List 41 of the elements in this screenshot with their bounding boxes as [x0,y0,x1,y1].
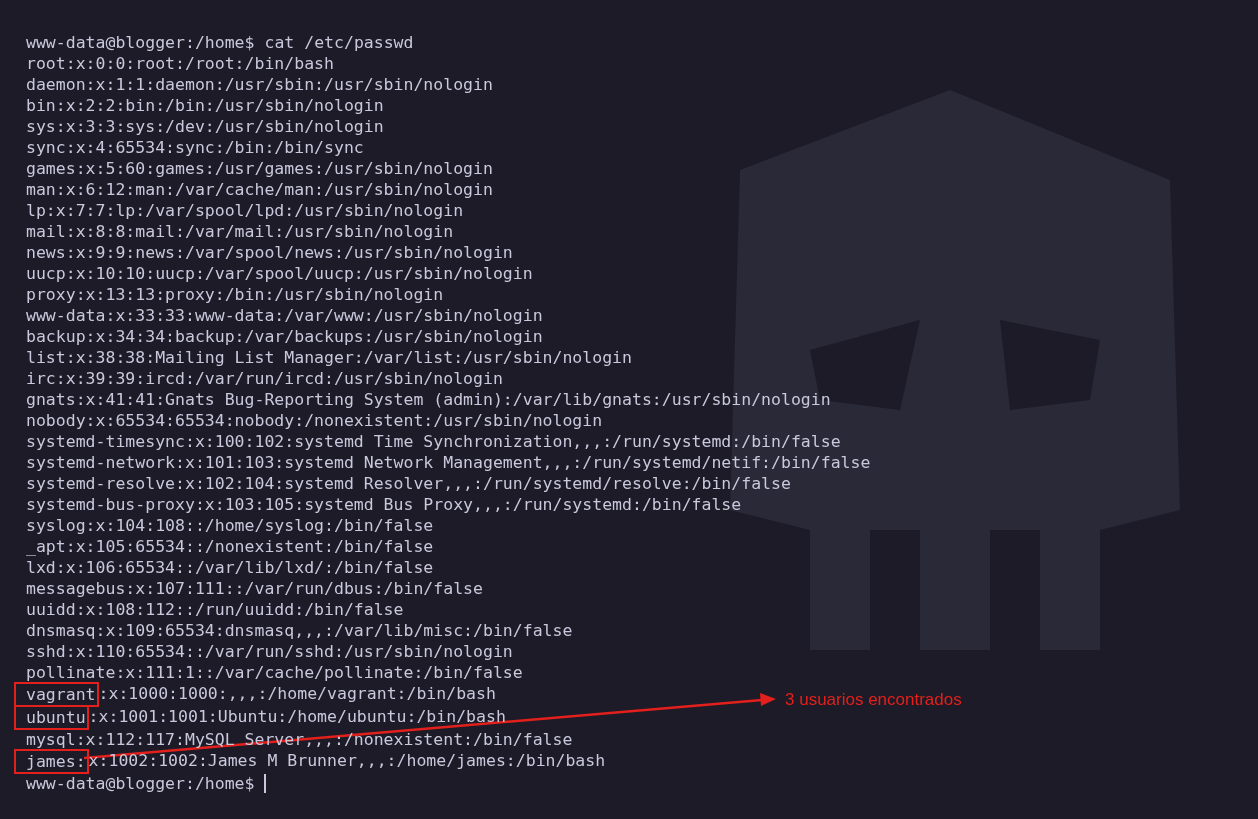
terminal-line: systemd-bus-proxy:x:103:105:systemd Bus Proxy,,,:/run/systemd:/bin/false [26,494,742,515]
terminal-line: pollinate:x:111:1::/var/cache/pollinate:/bin/false [26,662,523,683]
terminal-line: x:1002:1002:James M Brunner,,,:/home/james:/bin/bash [88,750,606,772]
terminal-line: mail:x:8:8:mail:/var/mail:/usr/sbin/nologin [26,221,454,242]
terminal-line: dnsmasq:x:109:65534:dnsmasq,,,:/var/lib/misc:/bin/false [26,620,573,641]
terminal-line: sync:x:4:65534:sync:/bin:/bin/sync [26,137,364,158]
terminal-line: man:x:6:12:man:/var/cache/man:/usr/sbin/nologin [26,179,493,200]
terminal-line: news:x:9:9:news:/var/spool/news:/usr/sbin/nologin [26,242,513,263]
terminal-line: systemd-network:x:101:103:systemd Network Management,,,:/run/systemd/netif:/bin/false [26,452,871,473]
terminal-line: nobody:x:65534:65534:nobody:/nonexistent:/usr/sbin/nologin [26,410,603,431]
terminal-line: messagebus:x:107:111::/var/run/dbus:/bin/false [26,578,483,599]
terminal-line: :x:1000:1000:,,,:/home/vagrant:/bin/bash [98,683,496,705]
terminal-line: bin:x:2:2:bin:/bin:/usr/sbin/nologin [26,95,384,116]
terminal-line: systemd-timesync:x:100:102:systemd Time Synchronization,,,:/run/systemd:/bin/false [26,431,841,452]
terminal-line: :x:1001:1001:Ubuntu:/home/ubuntu:/bin/bash [88,706,506,728]
highlighted-username: james: [14,749,89,774]
terminal-line: daemon:x:1:1:daemon:/usr/sbin:/usr/sbin/nologin [26,74,493,95]
terminal-line: uuidd:x:108:112::/run/uuidd:/bin/false [26,599,404,620]
terminal-line: _apt:x:105:65534::/nonexistent:/bin/false [26,536,434,557]
terminal-line: irc:x:39:39:ircd:/var/run/ircd:/usr/sbin/nologin [26,368,503,389]
terminal-line: root:x:0:0:root:/root:/bin/bash [26,53,334,74]
highlighted-username: ubuntu [14,705,89,730]
terminal-line: uucp:x:10:10:uucp:/var/spool/uucp:/usr/sbin/nologin [26,263,533,284]
shell-prompt: www-data@blogger:/home$ [26,773,255,794]
text-cursor [264,774,267,793]
command-text: cat /etc/passwd [264,32,414,53]
terminal-line: lxd:x:106:65534::/var/lib/lxd/:/bin/false [26,557,434,578]
terminal-line: lp:x:7:7:lp:/var/spool/lpd:/usr/sbin/nologin [26,200,464,221]
terminal-line: syslog:x:104:108::/home/syslog:/bin/false [26,515,434,536]
terminal-line: gnats:x:41:41:Gnats Bug-Reporting System (admin):/var/lib/gnats:/usr/sbin/nologin [26,389,831,410]
terminal-line: games:x:5:60:games:/usr/games:/usr/sbin/nologin [26,158,493,179]
terminal-line: sys:x:3:3:sys:/dev:/usr/sbin/nologin [26,116,384,137]
terminal-line: backup:x:34:34:backup:/var/backups:/usr/sbin/nologin [26,326,543,347]
annotation-label: 3 usuarios encontrados [785,689,962,711]
terminal-line: proxy:x:13:13:proxy:/bin:/usr/sbin/nologin [26,284,444,305]
terminal-line: systemd-resolve:x:102:104:systemd Resolver,,,:/run/systemd/resolve:/bin/false [26,473,791,494]
terminal-line: www-data:x:33:33:www-data:/var/www:/usr/sbin/nologin [26,305,543,326]
shell-prompt: www-data@blogger:/home$ [26,32,255,53]
terminal-line: list:x:38:38:Mailing List Manager:/var/list:/usr/sbin/nologin [26,347,632,368]
terminal-line: sshd:x:110:65534::/var/run/sshd:/usr/sbin/nologin [26,641,513,662]
highlighted-username: vagrant [14,682,99,707]
